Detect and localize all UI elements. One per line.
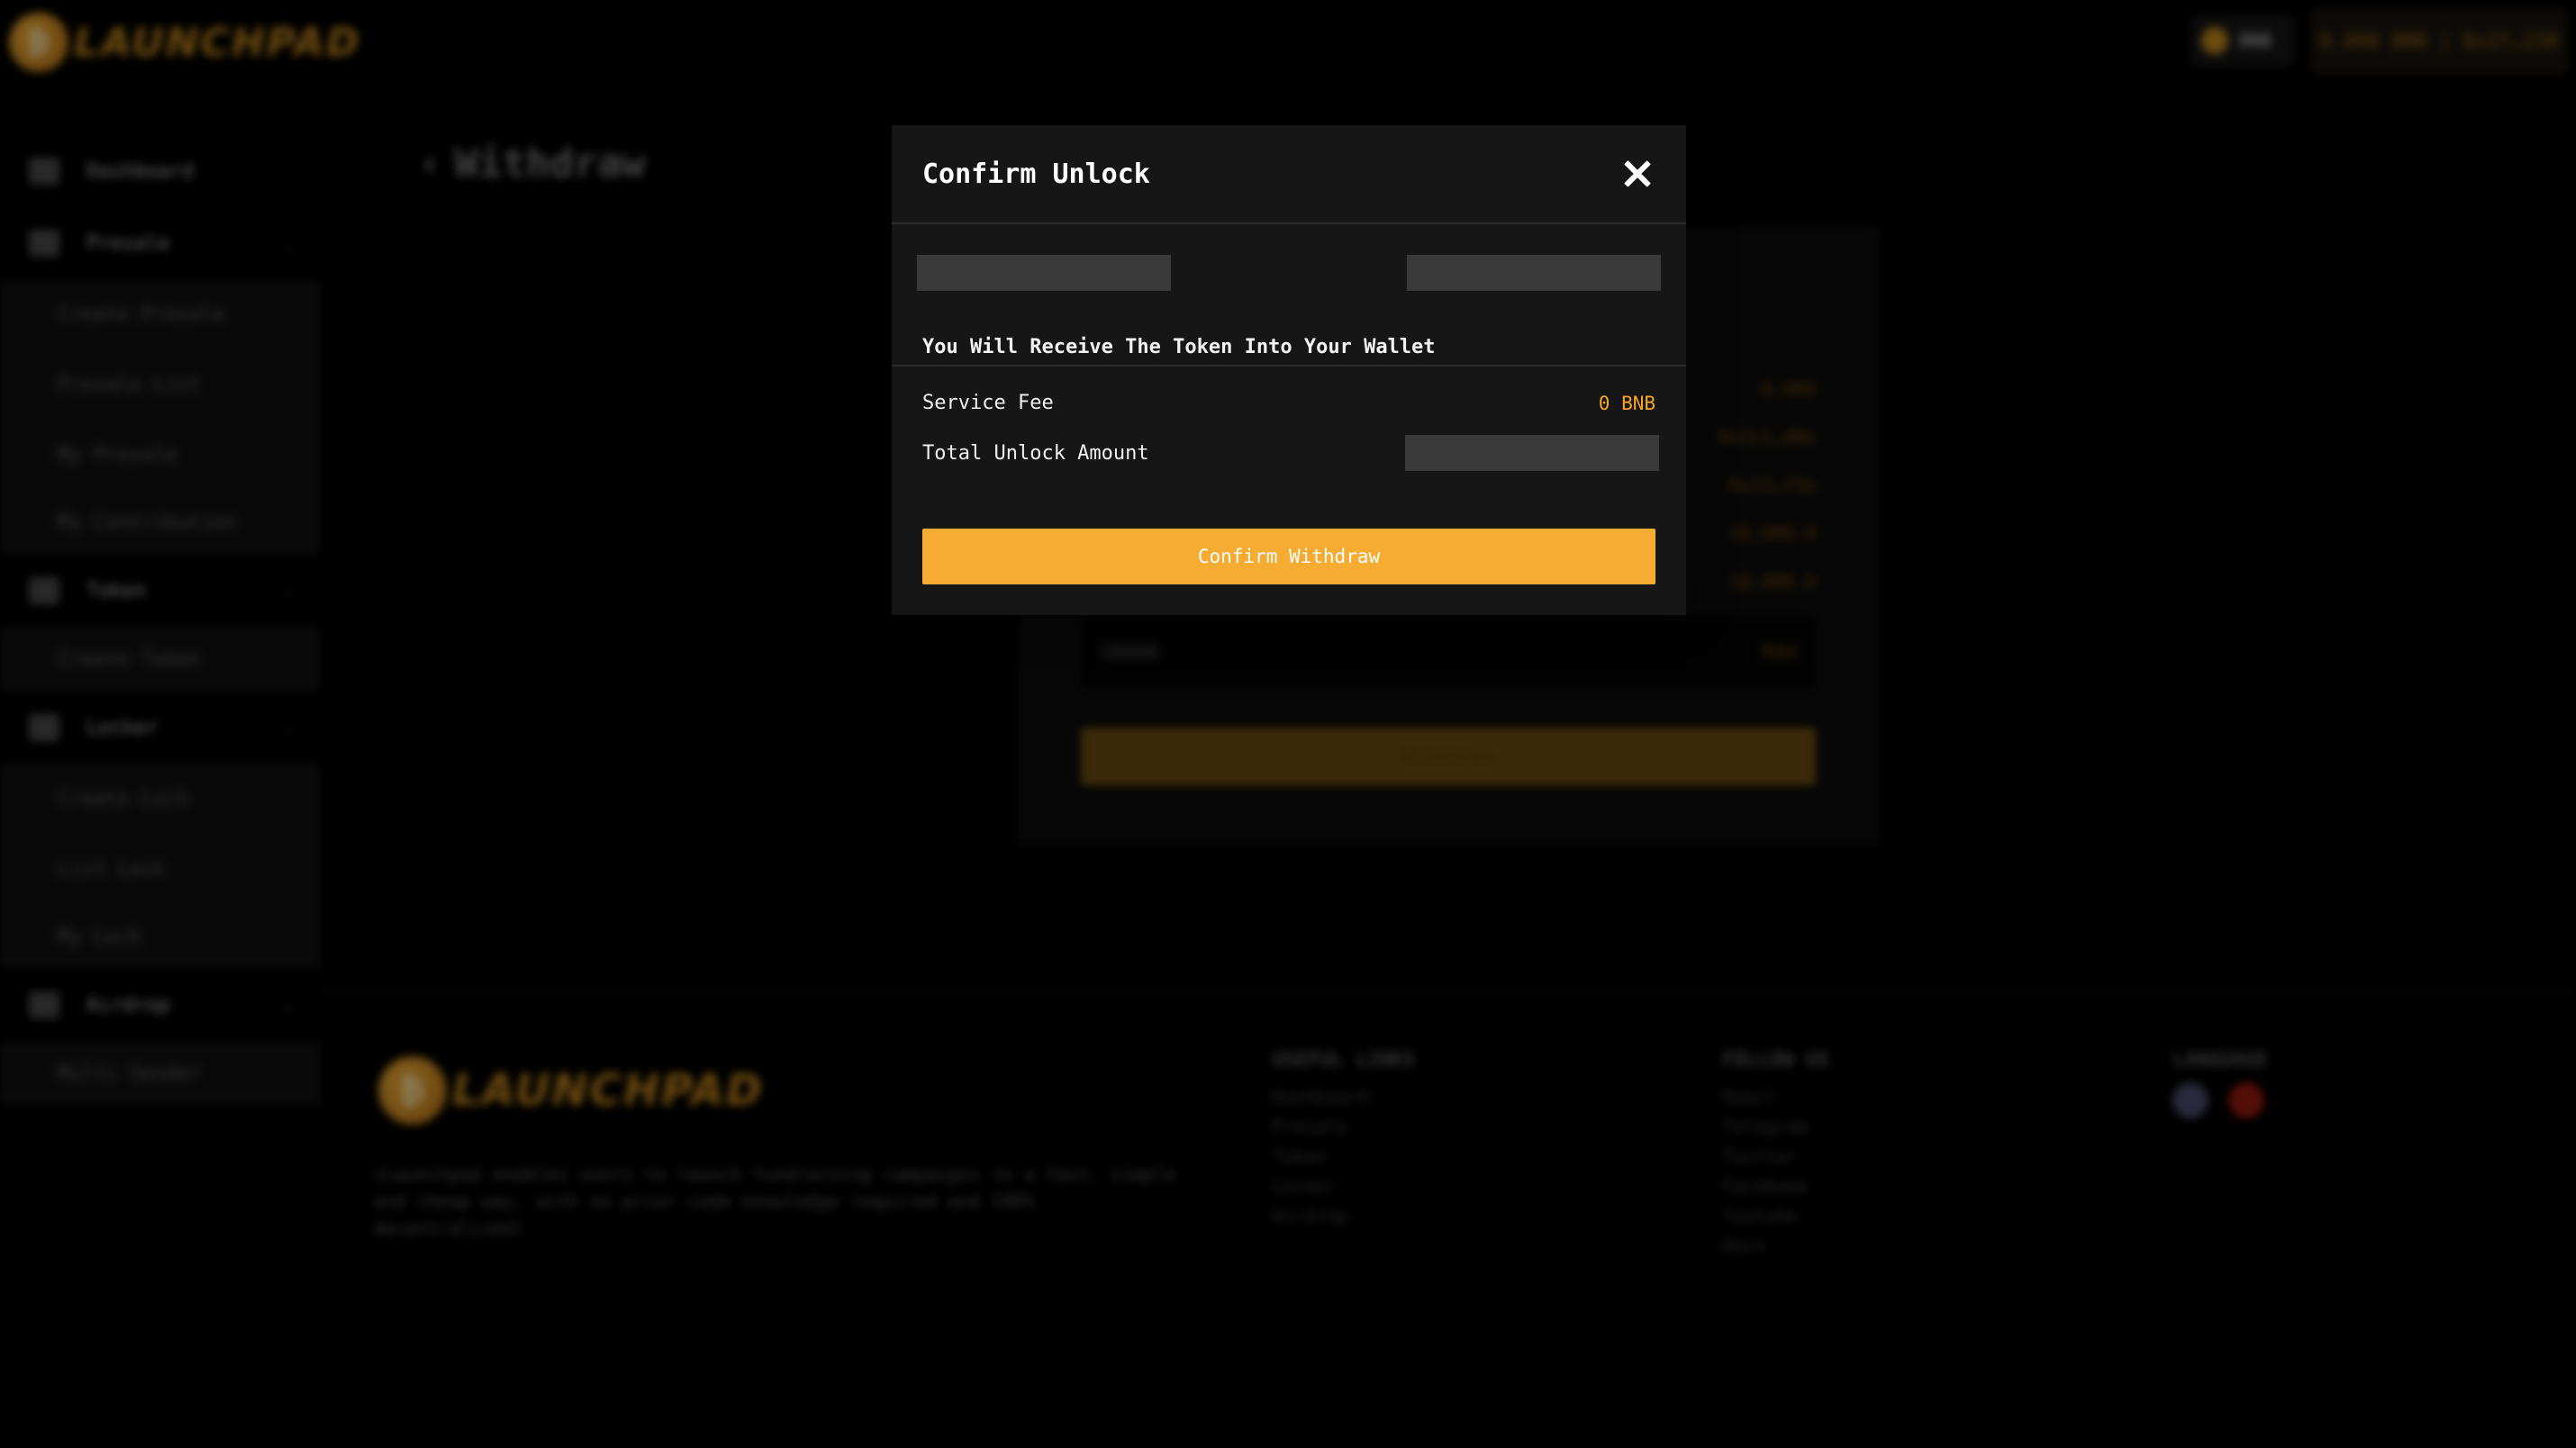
confirm-unlock-modal: Confirm Unlock You Will Receive The Toke… <box>892 125 1686 615</box>
modal-header: Confirm Unlock <box>892 125 1686 224</box>
service-fee-label: Service Fee <box>922 392 1054 414</box>
token-info-placeholder <box>917 255 1171 291</box>
total-unlock-placeholder <box>1405 435 1659 471</box>
modal-token-section: You Will Receive The Token Into Your Wal… <box>892 224 1686 367</box>
modal-title: Confirm Unlock <box>922 158 1150 190</box>
confirm-withdraw-button[interactable]: Confirm Withdraw <box>922 529 1655 584</box>
total-unlock-label: Total Unlock Amount <box>922 441 1149 465</box>
service-fee-row: Service Fee 0 BNB <box>922 392 1655 414</box>
close-icon[interactable] <box>1619 156 1655 192</box>
receive-note: You Will Receive The Token Into Your Wal… <box>922 336 1436 358</box>
service-fee-value: 0 BNB <box>1598 392 1655 414</box>
total-unlock-row: Total Unlock Amount <box>922 435 1659 471</box>
token-amount-placeholder <box>1407 255 1661 291</box>
